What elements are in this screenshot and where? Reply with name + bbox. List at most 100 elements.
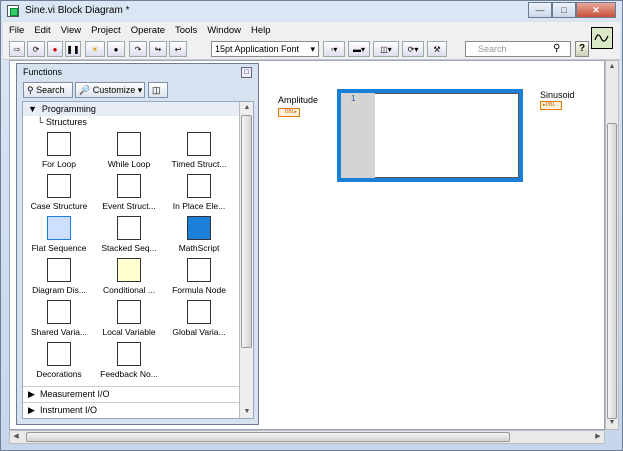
palette-item[interactable]: Case Structure bbox=[25, 172, 93, 214]
global-variable-icon bbox=[187, 300, 211, 324]
reorder-icon[interactable]: ⟳▾ bbox=[402, 41, 424, 57]
palette-item[interactable]: For Loop bbox=[25, 130, 93, 172]
case-structure-icon bbox=[47, 174, 71, 198]
menu-help[interactable]: Help bbox=[251, 25, 271, 36]
vertical-scroll-thumb[interactable] bbox=[607, 123, 617, 419]
triangle-right-icon: ▶ bbox=[28, 389, 40, 399]
palette-item[interactable]: Decorations bbox=[25, 340, 93, 382]
search-icon: ⚲ bbox=[27, 84, 37, 95]
flat-sequence-structure[interactable]: 1 bbox=[337, 89, 523, 182]
palette-item-label: MathScript bbox=[178, 243, 220, 253]
menu-file[interactable]: File bbox=[9, 25, 24, 36]
palette-item[interactable]: Diagram Dis... bbox=[25, 256, 93, 298]
palette-item[interactable]: Event Struct... bbox=[95, 172, 163, 214]
scroll-right-arrow-icon[interactable]: ▶ bbox=[592, 431, 604, 443]
palette-scrollbar[interactable]: ▲ ▼ bbox=[239, 102, 253, 418]
step-over-icon[interactable]: ↬ bbox=[149, 41, 167, 57]
shared-variable-icon bbox=[47, 300, 71, 324]
sinusoid-terminal[interactable]: ▸DBL bbox=[540, 101, 562, 110]
while-loop-icon bbox=[117, 132, 141, 156]
subcategory-structures[interactable]: └ Structures bbox=[37, 117, 87, 127]
window-title: Sine.vi Block Diagram * bbox=[25, 5, 130, 16]
palette-search-button[interactable]: ⚲ Search bbox=[23, 82, 73, 98]
functions-palette: Functions □ ⚲ Search 🔎 Customize ▾ ◫ ▼ P… bbox=[16, 63, 259, 425]
step-into-icon[interactable]: ↷ bbox=[129, 41, 147, 57]
palette-item[interactable]: Conditional ... bbox=[95, 256, 163, 298]
menu-operate[interactable]: Operate bbox=[131, 25, 165, 36]
palette-item-label: Diagram Dis... bbox=[32, 285, 86, 295]
timed-structure-icon bbox=[187, 132, 211, 156]
menu-window[interactable]: Window bbox=[207, 25, 241, 36]
run-arrow-icon[interactable]: ⇨ bbox=[9, 41, 25, 57]
menu-bar: File Edit View Project Operate Tools Win… bbox=[3, 22, 620, 38]
palette-item[interactable]: Local Variable bbox=[95, 298, 163, 340]
run-continuously-icon[interactable]: ⟳ bbox=[27, 41, 45, 57]
formula-node-icon bbox=[187, 258, 211, 282]
maximize-button[interactable]: □ bbox=[552, 2, 576, 18]
menu-tools[interactable]: Tools bbox=[175, 25, 197, 36]
local-variable-icon bbox=[117, 300, 141, 324]
palette-item-label: Event Struct... bbox=[102, 201, 156, 211]
menu-edit[interactable]: Edit bbox=[34, 25, 50, 36]
category-programming[interactable]: ▼ Programming bbox=[23, 102, 239, 116]
resize-objects-icon[interactable]: ◫▾ bbox=[373, 41, 399, 57]
palette-item-label: Flat Sequence bbox=[31, 243, 87, 253]
menu-view[interactable]: View bbox=[61, 25, 81, 36]
horizontal-scrollbar[interactable]: ◀ ▶ bbox=[9, 430, 605, 444]
cleanup-diagram-icon[interactable]: ⚒ bbox=[427, 41, 447, 57]
palette-customize-button[interactable]: 🔎 Customize ▾ bbox=[75, 82, 145, 98]
triangle-down-icon: ▼ bbox=[28, 104, 42, 114]
palette-item[interactable]: Flat Sequence bbox=[25, 214, 93, 256]
scroll-up-arrow-icon[interactable]: ▲ bbox=[241, 102, 253, 114]
category-instrument-io[interactable]: ▶ Instrument I/O bbox=[23, 402, 239, 416]
palette-close-icon[interactable]: □ bbox=[241, 67, 252, 78]
horizontal-scroll-thumb[interactable] bbox=[26, 432, 510, 442]
chevron-down-icon: ▾ bbox=[135, 84, 143, 95]
search-icon[interactable]: ⚲ bbox=[553, 43, 560, 54]
toolbar: ⇨ ⟳ ● ❚❚ ☀ ● ↷ ↬ ↩ 15pt Application Font… bbox=[3, 38, 620, 60]
vi-app-icon bbox=[7, 5, 19, 17]
palette-item[interactable]: Timed Struct... bbox=[165, 130, 233, 172]
pin-palette-icon[interactable]: ◫ bbox=[148, 82, 168, 98]
vi-connector-icon[interactable] bbox=[591, 27, 613, 49]
flat-sequence-icon bbox=[47, 216, 71, 240]
palette-item[interactable]: Shared Varia... bbox=[25, 298, 93, 340]
minimize-button[interactable]: — bbox=[528, 2, 552, 18]
distribute-objects-icon[interactable]: ▬▾ bbox=[348, 41, 370, 57]
help-icon[interactable]: ? bbox=[575, 41, 589, 57]
category-measurement-io[interactable]: ▶ Measurement I/O bbox=[23, 386, 239, 400]
scroll-left-arrow-icon[interactable]: ◀ bbox=[10, 431, 22, 443]
palette-item[interactable]: While Loop bbox=[95, 130, 163, 172]
abort-icon[interactable]: ● bbox=[47, 41, 63, 57]
menu-project[interactable]: Project bbox=[91, 25, 121, 36]
retain-wire-values-icon[interactable]: ● bbox=[107, 41, 125, 57]
palette-item[interactable]: MathScript bbox=[165, 214, 233, 256]
amplitude-label: Amplitude bbox=[278, 95, 319, 105]
palette-item-label: For Loop bbox=[41, 159, 77, 169]
scroll-up-arrow-icon[interactable]: ▲ bbox=[606, 61, 618, 73]
decorations-icon bbox=[47, 342, 71, 366]
palette-item[interactable]: Formula Node bbox=[165, 256, 233, 298]
palette-item[interactable]: Stacked Seq... bbox=[95, 214, 163, 256]
pause-icon[interactable]: ❚❚ bbox=[65, 41, 81, 57]
align-objects-icon[interactable]: ▫▾ bbox=[323, 41, 345, 57]
palette-body: ▼ Programming └ Structures For Loop While… bbox=[22, 101, 254, 419]
palette-item-label: Case Structure bbox=[30, 201, 88, 211]
palette-item-label: Stacked Seq... bbox=[101, 243, 157, 253]
font-select[interactable]: 15pt Application Font ▾ bbox=[211, 41, 319, 57]
vertical-scrollbar[interactable]: ▲ ▼ bbox=[605, 60, 619, 430]
amplitude-terminal[interactable]: DBL▸ bbox=[278, 108, 300, 117]
palette-scroll-thumb[interactable] bbox=[241, 115, 252, 348]
scroll-down-arrow-icon[interactable]: ▼ bbox=[241, 406, 253, 418]
highlight-execution-icon[interactable]: ☀ bbox=[85, 41, 105, 57]
palette-item[interactable]: Global Varia... bbox=[165, 298, 233, 340]
step-out-icon[interactable]: ↩ bbox=[169, 41, 187, 57]
stacked-sequence-icon bbox=[117, 216, 141, 240]
close-button[interactable]: ✕ bbox=[576, 2, 616, 18]
scroll-down-arrow-icon[interactable]: ▼ bbox=[606, 417, 618, 429]
palette-item-label: In Place Ele... bbox=[172, 201, 226, 211]
palette-item[interactable]: Feedback No... bbox=[95, 340, 163, 382]
palette-title: Functions bbox=[23, 67, 63, 77]
event-structure-icon bbox=[117, 174, 141, 198]
palette-item[interactable]: In Place Ele... bbox=[165, 172, 233, 214]
